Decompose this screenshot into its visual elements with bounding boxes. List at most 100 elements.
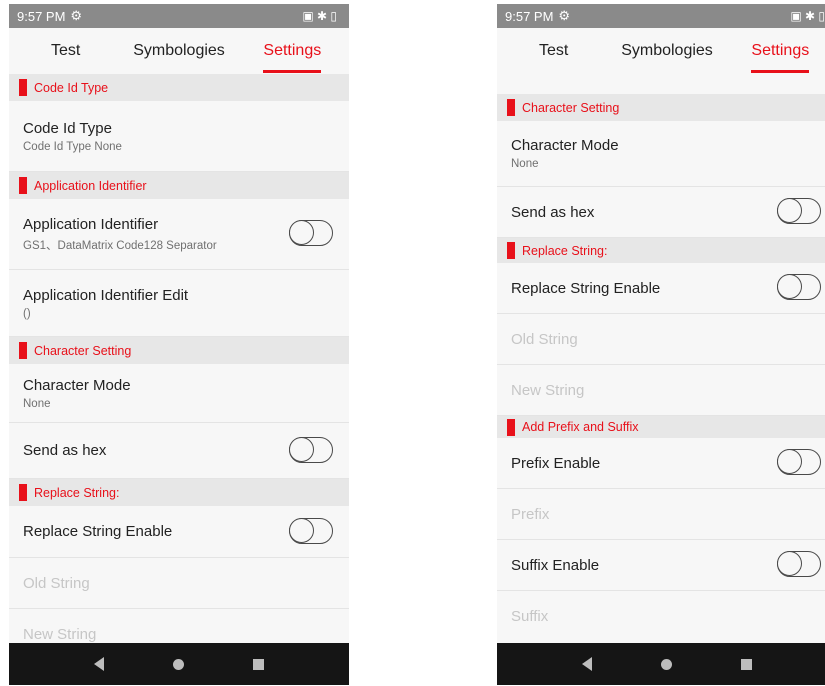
- send-as-hex-row[interactable]: Send as hex: [497, 187, 825, 238]
- section-marker: [507, 242, 515, 259]
- send-as-hex-toggle[interactable]: [289, 436, 333, 463]
- section-title: Application Identifier: [34, 178, 147, 193]
- settings-gear-icon: ⚙: [70, 8, 83, 23]
- row-title: Prefix: [511, 505, 550, 523]
- character-mode-row[interactable]: Character Mode None: [9, 364, 349, 423]
- status-time: 9:57 PM: [505, 8, 554, 24]
- section-header-replace: Replace String:: [497, 238, 825, 263]
- section-title: Add Prefix and Suffix: [522, 420, 639, 434]
- row-title: Send as hex: [511, 203, 595, 221]
- row-subtitle: Code Id Type None: [23, 140, 122, 153]
- section-header-character: Character Setting: [497, 94, 825, 121]
- row-title: Character Mode: [511, 137, 619, 154]
- tab-bar: Test Symbologies Settings: [9, 28, 349, 74]
- suffix-row: Suffix: [497, 591, 825, 641]
- section-marker: [19, 177, 27, 194]
- tab-test[interactable]: Test: [9, 28, 122, 74]
- row-title: Old String: [511, 330, 578, 348]
- replace-string-toggle[interactable]: [289, 517, 333, 544]
- replace-string-enable-row[interactable]: Replace String Enable: [497, 263, 825, 314]
- row-title: Replace String Enable: [23, 523, 173, 540]
- section-header-app-id: Application Identifier: [9, 172, 349, 199]
- row-subtitle: None: [23, 397, 51, 410]
- section-title: Replace String:: [522, 243, 608, 258]
- prefix-enable-toggle[interactable]: [777, 449, 821, 475]
- new-string-row: New String: [497, 365, 825, 416]
- section-marker: [19, 342, 27, 359]
- recents-icon[interactable]: [253, 658, 265, 670]
- prefix-enable-row[interactable]: Prefix Enable: [497, 438, 825, 489]
- status-bar: 9:57 PM ⚙ ▣ ✱ ▯: [497, 4, 825, 28]
- toggle-knob: [289, 436, 314, 462]
- section-title: Replace String:: [34, 485, 120, 500]
- navigation-bar: [497, 643, 825, 685]
- application-identifier-edit-row[interactable]: Application Identifier Edit (): [9, 270, 349, 337]
- section-title: Character Setting: [34, 343, 132, 358]
- toggle-knob: [777, 198, 802, 223]
- prefix-row: Prefix: [497, 489, 825, 540]
- home-icon[interactable]: [660, 658, 672, 670]
- settings-list: Code Id Type Code Id Type Code Id Type N…: [9, 74, 349, 659]
- row-title: Suffix: [511, 607, 549, 625]
- application-identifier-row[interactable]: Application Identifier GS1、DataMatrix Co…: [9, 199, 349, 270]
- row-title: Application Identifier Edit: [23, 286, 189, 304]
- back-icon[interactable]: [581, 657, 592, 671]
- settings-list: Character Setting Character Mode None Se…: [497, 94, 825, 641]
- toggle-knob: [289, 517, 314, 543]
- toggle-knob: [777, 551, 802, 576]
- row-subtitle: GS1、DataMatrix Code128 Separator: [23, 239, 217, 252]
- phone-screen-left: 9:57 PM ⚙ ▣ ✱ ▯ Test Symbologies Setting…: [9, 4, 349, 685]
- status-icons: ▣ ✱ ▯: [302, 9, 337, 23]
- old-string-row: Old String: [497, 314, 825, 365]
- section-header-prefix-suffix: Add Prefix and Suffix: [497, 416, 825, 438]
- replace-string-enable-row[interactable]: Replace String Enable: [9, 506, 349, 558]
- row-subtitle: (): [23, 307, 31, 320]
- row-title: Send as hex: [23, 442, 107, 459]
- status-icons: ▣ ✱ ▯: [790, 9, 825, 23]
- section-title: Code Id Type: [34, 80, 109, 95]
- old-string-row: Old String: [9, 558, 349, 609]
- row-title: Code Id Type: [23, 119, 112, 137]
- row-title: Application Identifier: [23, 215, 159, 233]
- tab-symbologies[interactable]: Symbologies: [610, 28, 723, 74]
- code-id-type-row[interactable]: Code Id Type Code Id Type None: [9, 101, 349, 172]
- toggle-knob: [289, 220, 314, 245]
- back-icon[interactable]: [93, 657, 104, 671]
- toggle-knob: [777, 449, 802, 474]
- section-header-character: Character Setting: [9, 337, 349, 364]
- row-title: Suffix Enable: [511, 556, 600, 574]
- row-title: Prefix Enable: [511, 454, 601, 472]
- row-title: Old String: [23, 574, 90, 592]
- tab-settings[interactable]: Settings: [236, 28, 349, 74]
- section-marker: [19, 484, 27, 501]
- section-marker: [507, 418, 515, 436]
- tab-symbologies[interactable]: Symbologies: [122, 28, 235, 74]
- suffix-enable-toggle[interactable]: [777, 551, 821, 577]
- section-header-code-id: Code Id Type: [9, 74, 349, 101]
- replace-string-toggle[interactable]: [777, 274, 821, 300]
- section-header-replace: Replace String:: [9, 479, 349, 506]
- row-title: Character Mode: [23, 376, 131, 394]
- status-bar: 9:57 PM ⚙ ▣ ✱ ▯: [9, 4, 349, 28]
- navigation-bar: [9, 643, 349, 685]
- section-marker: [507, 99, 515, 116]
- recents-icon[interactable]: [741, 658, 753, 670]
- home-icon[interactable]: [172, 658, 184, 670]
- send-as-hex-toggle[interactable]: [777, 198, 821, 224]
- section-marker: [19, 79, 27, 96]
- character-mode-row[interactable]: Character Mode None: [497, 121, 825, 187]
- row-subtitle: None: [511, 158, 539, 170]
- tab-test[interactable]: Test: [497, 28, 610, 74]
- row-title: Replace String Enable: [511, 279, 661, 297]
- row-title: New String: [511, 381, 585, 399]
- toggle-knob: [777, 274, 802, 299]
- phone-screen-right: 9:57 PM ⚙ ▣ ✱ ▯ Test Symbologies Setting…: [497, 4, 825, 685]
- send-as-hex-row[interactable]: Send as hex: [9, 423, 349, 479]
- row-title: New String: [23, 625, 97, 643]
- suffix-enable-row[interactable]: Suffix Enable: [497, 540, 825, 591]
- settings-gear-icon: ⚙: [558, 8, 571, 23]
- application-identifier-toggle[interactable]: [289, 220, 333, 246]
- section-title: Character Setting: [522, 100, 620, 115]
- tab-settings[interactable]: Settings: [724, 28, 825, 74]
- tab-bar: Test Symbologies Settings: [497, 28, 825, 74]
